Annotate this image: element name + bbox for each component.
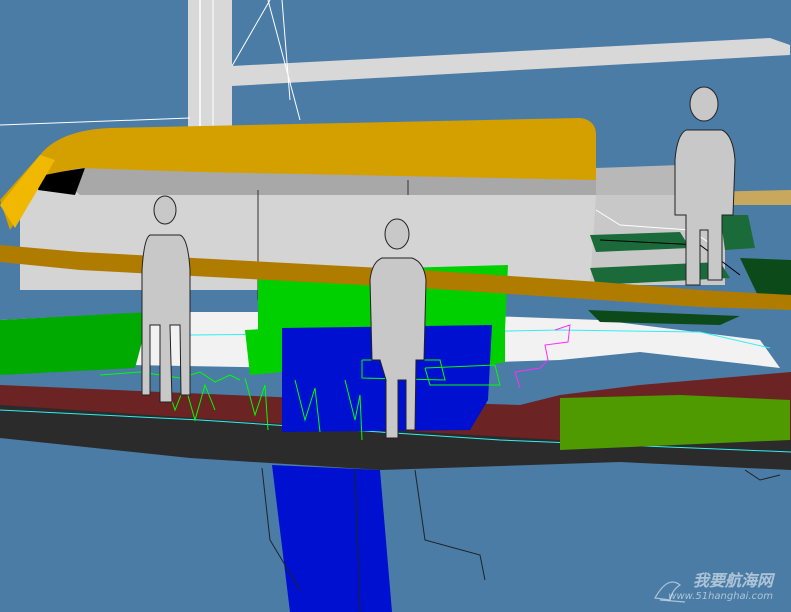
boat-render-canvas — [0, 0, 791, 612]
